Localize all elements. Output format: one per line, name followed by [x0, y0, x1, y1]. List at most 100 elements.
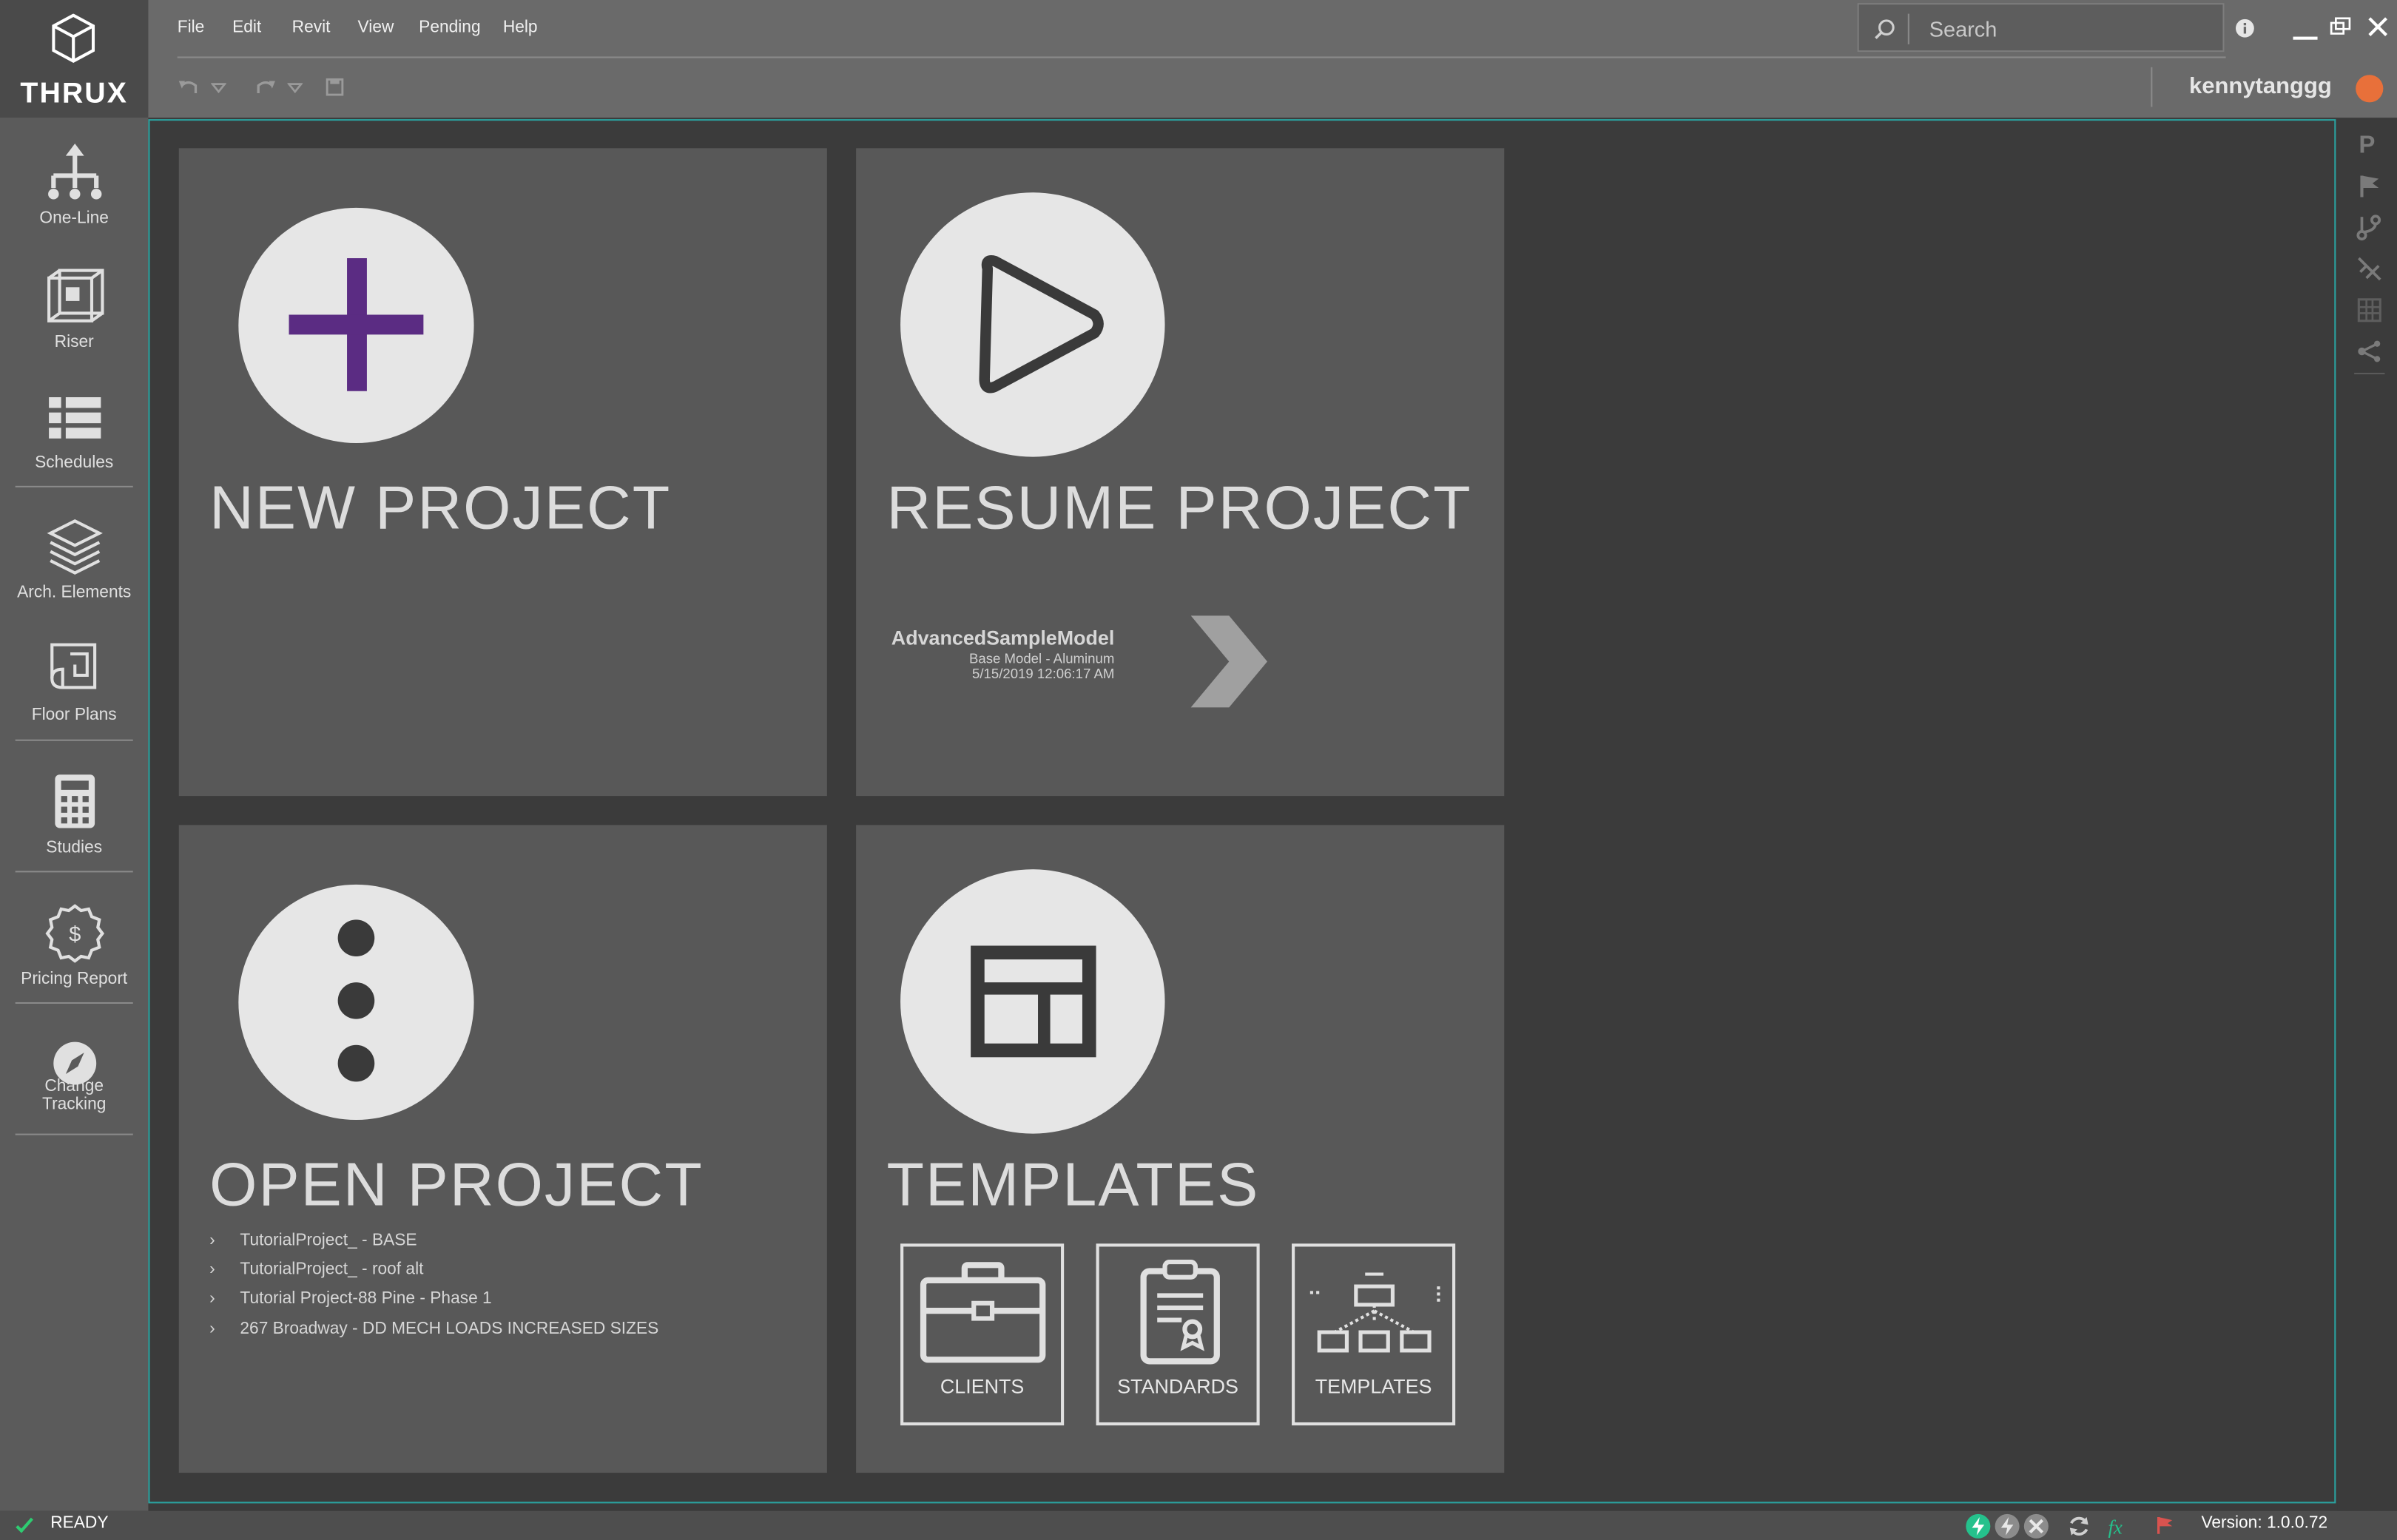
search-input[interactable]: Search — [1929, 17, 1998, 41]
list-icon — [48, 397, 101, 439]
svg-text:fx: fx — [2108, 1516, 2122, 1539]
power-off-icon[interactable] — [1993, 1513, 2020, 1540]
disconnect-icon[interactable] — [2354, 254, 2384, 284]
flag-icon[interactable] — [2354, 171, 2384, 201]
save-icon[interactable] — [326, 78, 344, 96]
thrux-logo-icon — [52, 13, 95, 63]
chevron-right-icon[interactable] — [1190, 614, 1269, 709]
recent-project-item[interactable]: › 267 Broadway - DD MECH LOADS INCREASED … — [209, 1320, 658, 1339]
blueprint-icon — [50, 643, 96, 689]
redo-dropdown-icon[interactable] — [287, 83, 303, 95]
sidebar-item-floor-plans[interactable]: Floor Plans — [0, 638, 148, 724]
close-button[interactable] — [2368, 17, 2388, 37]
nav-divider — [15, 871, 133, 873]
right-panel — [2337, 119, 2397, 1511]
menu-pending[interactable]: Pending — [419, 18, 480, 37]
redo-icon[interactable] — [255, 76, 277, 98]
minimize-button[interactable] — [2293, 36, 2318, 40]
app-logo: THRUX — [0, 0, 149, 118]
plus-icon — [289, 258, 424, 391]
tile-title: RESUME PROJECT — [886, 475, 1472, 543]
recent-project-item[interactable]: › TutorialProject_ - roof alt — [209, 1260, 423, 1279]
templates-tile[interactable]: TEMPLATES CLIENTS STANDARDS TEMPLATES — [856, 825, 1505, 1473]
menu-view[interactable]: View — [358, 18, 394, 37]
undo-icon[interactable] — [178, 76, 199, 98]
menu-file[interactable]: File — [178, 18, 205, 37]
clients-label: CLIENTS — [940, 1374, 1025, 1398]
clipboard-certificate-icon — [1140, 1259, 1220, 1365]
standards-button[interactable]: STANDARDS — [1096, 1243, 1260, 1426]
new-project-tile[interactable]: NEW PROJECT — [178, 148, 827, 797]
last-project-info[interactable]: AdvancedSampleModel Base Model - Aluminu… — [885, 627, 1115, 682]
sidebar-item-one-line[interactable]: One-Line — [0, 142, 148, 228]
nav-divider — [15, 1002, 133, 1004]
power-status-icon[interactable] — [1964, 1513, 1992, 1540]
menu-help[interactable]: Help — [503, 18, 538, 37]
sidebar-item-riser[interactable]: Riser — [0, 266, 148, 351]
sidebar-item-pricing-report[interactable]: $ Pricing Report — [0, 903, 148, 988]
info-icon[interactable] — [2235, 18, 2255, 38]
templates-label: TEMPLATES — [1315, 1374, 1432, 1398]
grid-icon[interactable] — [2354, 295, 2384, 325]
resume-project-tile[interactable]: RESUME PROJECT AdvancedSampleModel Base … — [856, 148, 1505, 797]
branch-icon[interactable] — [2354, 212, 2384, 243]
briefcase-icon — [920, 1262, 1046, 1363]
sidebar-item-label: Schedules — [35, 453, 114, 473]
avatar[interactable] — [2356, 75, 2384, 103]
sidebar-item-label: Studies — [46, 838, 103, 857]
last-project-date: 5/15/2019 12:06:17 AM — [972, 666, 1115, 682]
more-vertical-icon — [337, 919, 375, 1082]
parking-icon[interactable]: P — [2354, 129, 2384, 159]
check-icon — [16, 1517, 33, 1533]
open-project-circle — [238, 884, 474, 1120]
sidebar-item-studies[interactable]: Studies — [0, 771, 148, 857]
clients-button[interactable]: CLIENTS — [900, 1243, 1065, 1426]
search-box[interactable]: Search — [1857, 3, 2225, 53]
sidebar-item-change-tracking[interactable]: Change Tracking — [0, 1041, 148, 1114]
sync-icon[interactable] — [2067, 1514, 2091, 1539]
logo-text: THRUX — [20, 78, 128, 110]
function-icon[interactable]: fx — [2106, 1514, 2131, 1539]
no-connection-icon[interactable] — [2023, 1513, 2050, 1540]
status-text: READY — [50, 1513, 109, 1533]
version-label: Version: — [2201, 1513, 2262, 1533]
recent-project-label: TutorialProject_ - BASE — [240, 1231, 417, 1250]
recent-project-label: TutorialProject_ - roof alt — [240, 1260, 424, 1279]
sidebar-item-label: Riser — [54, 333, 94, 352]
flag-icon[interactable] — [2156, 1516, 2174, 1536]
chevron-right-icon: › — [209, 1289, 215, 1308]
hierarchy-icon — [1309, 1272, 1440, 1353]
search-icon — [1875, 19, 1895, 39]
version-number: 1.0.0.72 — [2266, 1513, 2328, 1533]
template-layout-icon — [971, 945, 1096, 1058]
restore-button[interactable] — [2330, 17, 2351, 36]
menu-revit[interactable]: Revit — [292, 18, 331, 37]
recent-project-item[interactable]: › Tutorial Project-88 Pine - Phase 1 — [209, 1289, 492, 1308]
tile-title: NEW PROJECT — [209, 475, 672, 543]
layers-icon — [46, 519, 102, 575]
sidebar-item-label-line2: Tracking — [42, 1095, 107, 1114]
share-nodes-icon[interactable] — [2354, 336, 2384, 366]
sidebar: THRUX One-Line Riser Schedules Arch. Ele… — [0, 0, 149, 1511]
one-line-icon — [47, 143, 101, 200]
recent-project-item[interactable]: › TutorialProject_ - BASE — [209, 1232, 417, 1250]
username[interactable]: kennytanggg — [2189, 73, 2332, 99]
right-panel-divider — [2354, 372, 2385, 375]
open-project-tile[interactable]: OPEN PROJECT › TutorialProject_ - BASE › T… — [178, 825, 827, 1473]
sidebar-item-label: Arch. Elements — [17, 584, 132, 602]
sidebar-item-schedules[interactable]: Schedules — [0, 390, 148, 473]
search-divider — [1907, 13, 1909, 44]
templates-button[interactable]: TEMPLATES — [1292, 1243, 1456, 1426]
last-project-model: Base Model - Aluminum — [968, 650, 1115, 666]
svg-text:$: $ — [68, 922, 80, 946]
undo-dropdown-icon[interactable] — [211, 83, 226, 95]
sidebar-item-arch-elements[interactable]: Arch. Elements — [0, 516, 148, 602]
chevron-right-icon: › — [209, 1231, 215, 1250]
nav-divider — [15, 1133, 133, 1135]
sidebar-item-label: Change — [44, 1077, 104, 1095]
menu-edit[interactable]: Edit — [232, 18, 261, 37]
sidebar-item-label: Floor Plans — [31, 706, 117, 725]
nav-divider — [15, 485, 133, 487]
tile-title: OPEN PROJECT — [209, 1152, 704, 1220]
cube-icon — [47, 269, 104, 322]
